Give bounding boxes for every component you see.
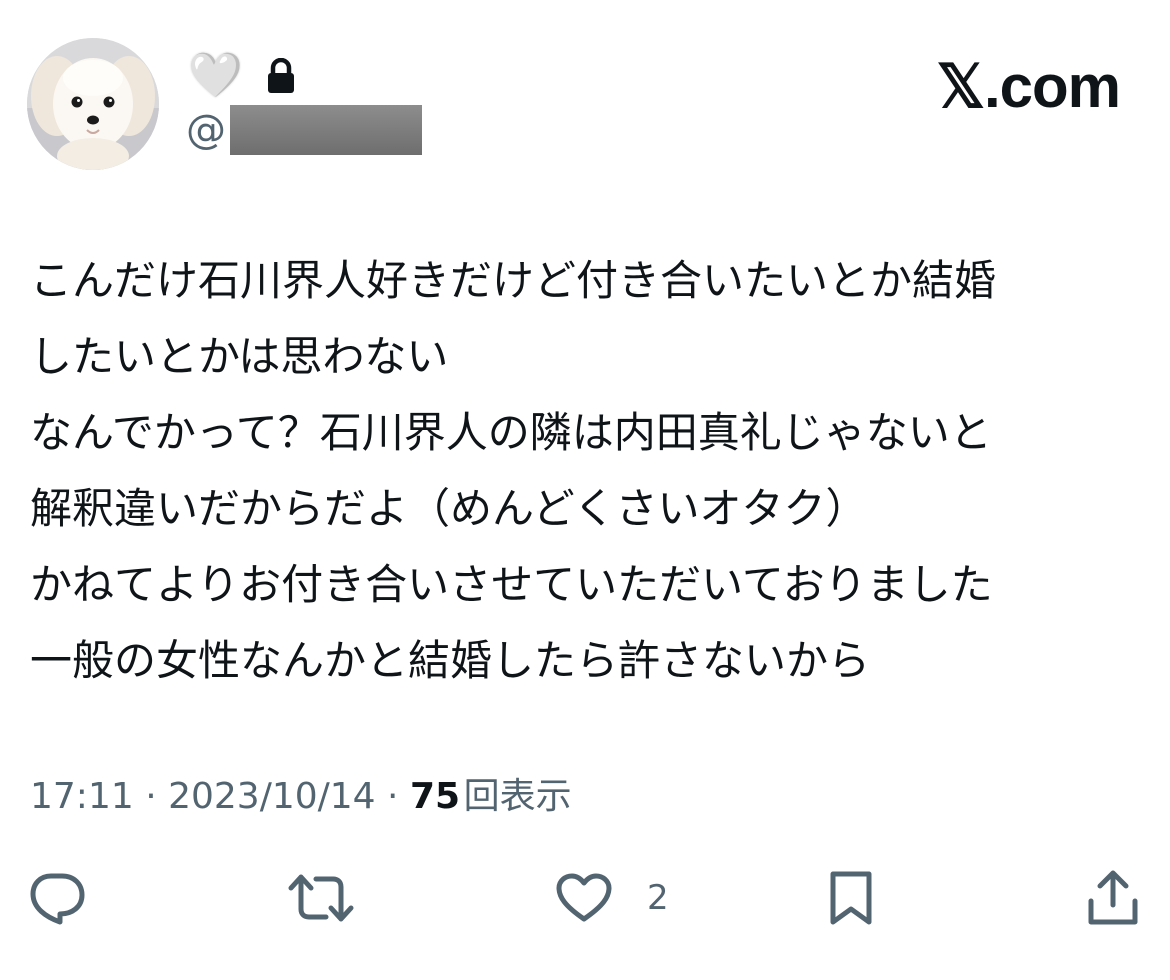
bookmark-button[interactable] (828, 870, 874, 926)
tweet-meta: 17:11 · 2023/10/14 · 75 回表示 (30, 770, 572, 824)
heart-icon (556, 873, 612, 922)
tweet-date[interactable]: 2023/10/14 (168, 776, 376, 817)
tweet-text-line: 一般の女性なんかと結婚したら許さないから (30, 636, 871, 685)
tweet-time[interactable]: 17:11 (30, 776, 134, 817)
reply-icon (30, 873, 85, 925)
brand-logo: 𝕏.com (936, 53, 1121, 120)
like-button[interactable]: 2 (555, 870, 669, 926)
retweet-button[interactable] (288, 870, 354, 926)
dog-avatar (27, 38, 159, 170)
white-heart-icon: 🤍 (188, 50, 244, 102)
bookmark-icon (830, 871, 872, 925)
tweet-text-line: なんでかって？石川界人の隣は内田真礼じゃないと (30, 408, 992, 457)
tweet-text-line: したいとかは思わない (30, 332, 449, 381)
tweet-text: こんだけ石川界人好きだけど付き合いたいとか結婚 したいとかは思わない なんでかっ… (30, 243, 1150, 699)
share-button[interactable] (1086, 870, 1140, 926)
lock-icon (265, 58, 297, 94)
avatar[interactable] (27, 38, 159, 170)
tweet-text-line: 解釈違いだからだよ（めんどくさいオタク） (30, 484, 868, 533)
handle-prefix: @ (186, 107, 226, 153)
share-icon (1088, 870, 1138, 925)
like-count: 2 (647, 878, 669, 918)
retweet-icon (288, 874, 354, 922)
meta-separator: · (133, 776, 169, 817)
meta-separator: · (375, 776, 410, 817)
reply-button[interactable] (28, 870, 86, 926)
display-name[interactable]: 🤍 (188, 50, 297, 102)
redacted-handle (230, 105, 422, 155)
user-handle[interactable]: @ (186, 102, 422, 158)
views-label: 回表示 (463, 776, 572, 817)
views-count: 75 (409, 776, 461, 817)
tweet-text-line: かねてよりお付き合いさせていただいておりました (30, 560, 993, 609)
tweet-text-line: こんだけ石川界人好きだけど付き合いたいとか結婚 (30, 256, 997, 305)
